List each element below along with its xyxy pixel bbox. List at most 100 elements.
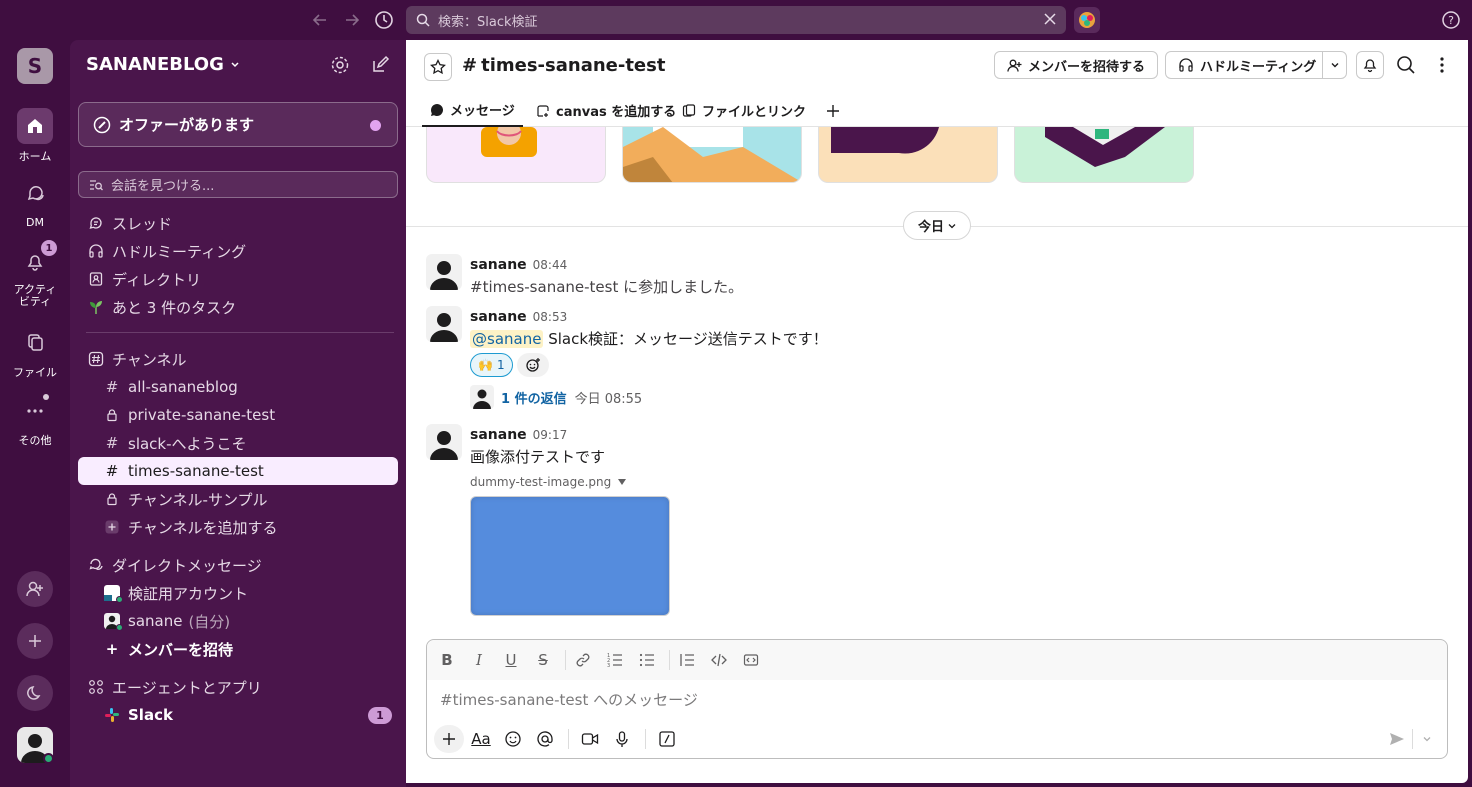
chevron-down-icon[interactable] (1417, 729, 1437, 749)
message-time[interactable]: 08:53 (533, 310, 568, 324)
rail-item-files[interactable]: ファイル (0, 324, 70, 380)
sidebar-item-dm[interactable]: sanane (自分) (78, 607, 398, 635)
channels-icon (88, 351, 104, 367)
sidebar-item-tasks[interactable]: あと 3 件のタスク (78, 293, 398, 321)
thread-summary[interactable]: 1 件の返信 今日 08:55 (470, 385, 1370, 409)
message-author[interactable]: sanane (470, 427, 527, 443)
apps-section-header[interactable]: エージェントとアプリ (78, 673, 398, 701)
channels-section-header[interactable]: チャンネル (78, 345, 398, 373)
settings-icon[interactable] (330, 55, 350, 75)
link-icon[interactable] (573, 650, 593, 670)
code-icon[interactable] (709, 650, 729, 670)
moon-icon (27, 686, 41, 700)
unread-dot (43, 394, 49, 400)
rail-item-home[interactable]: ホーム (0, 108, 70, 164)
find-conversation-input[interactable]: 会話を見つける... (78, 171, 398, 198)
sidebar-item-huddles[interactable]: ハドルミーティング (78, 237, 398, 265)
back-arrow-icon[interactable] (308, 8, 332, 32)
underline-icon[interactable]: U (501, 650, 521, 670)
avatar[interactable] (426, 254, 462, 290)
sidebar-item-directory[interactable]: ディレクトリ (78, 265, 398, 293)
search-bar[interactable]: 検索：Slack検証 (406, 6, 1066, 34)
tab-messages[interactable]: メッセージ (422, 94, 523, 127)
add-user-button[interactable] (17, 571, 53, 607)
image-card[interactable] (426, 127, 606, 183)
compose-icon[interactable] (370, 55, 390, 75)
attach-button[interactable] (434, 725, 464, 753)
message[interactable]: sanane 08:53 @sanane Slack検証：メッセージ送信テストです… (426, 306, 1446, 416)
invite-members-button[interactable]: + メンバーを招待 (78, 635, 398, 663)
sidebar-item-threads[interactable]: スレッド (78, 209, 398, 237)
workspace-switcher[interactable]: S (17, 48, 53, 84)
close-icon[interactable] (1042, 11, 1058, 27)
user-mention[interactable]: @sanane (470, 330, 544, 348)
attachment-header[interactable]: dummy-test-image.png (470, 475, 1370, 489)
strikethrough-icon[interactable]: S (533, 650, 553, 670)
invite-button[interactable]: メンバーを招待する (994, 51, 1159, 79)
message-author[interactable]: sanane (470, 309, 527, 325)
microphone-icon[interactable] (612, 729, 632, 749)
sidebar-item-app-slack[interactable]: Slack 1 (78, 701, 398, 729)
bullet-list-icon[interactable] (637, 650, 657, 670)
reaction-pill[interactable]: 🙌 1 (470, 353, 513, 377)
mention-icon[interactable] (535, 729, 555, 749)
chevron-down-icon[interactable] (1322, 52, 1346, 78)
theme-toggle-button[interactable] (17, 675, 53, 711)
text-format-icon[interactable]: Aa (471, 729, 491, 749)
video-icon[interactable] (580, 729, 600, 749)
workspace-menu[interactable]: SANANEBLOG (86, 54, 240, 75)
sidebar-item-channel[interactable]: チャンネル-サンプル (78, 485, 398, 513)
message-author[interactable]: sanane (470, 257, 527, 273)
date-divider[interactable]: 今日 (903, 211, 971, 240)
search-icon[interactable] (1396, 55, 1416, 75)
emoji-icon[interactable] (503, 729, 523, 749)
forward-arrow-icon[interactable] (340, 8, 364, 32)
message-time[interactable]: 08:44 (533, 258, 568, 272)
dm-section-header[interactable]: ダイレクトメッセージ (78, 551, 398, 579)
add-tab-button[interactable] (826, 94, 840, 127)
message-input[interactable]: #times-sanane-test へのメッセージ (440, 689, 698, 710)
image-card[interactable] (818, 127, 998, 183)
channel-title[interactable]: # times-sanane-test (462, 55, 665, 76)
offer-banner[interactable]: オファーがあります (78, 102, 398, 147)
shortcut-icon[interactable] (657, 729, 677, 749)
sidebar-item-channel[interactable]: # all-sananeblog (78, 373, 398, 401)
thread-reply-count[interactable]: 1 件の返信 (501, 388, 567, 407)
sidebar-item-channel[interactable]: private-sanane-test (78, 401, 398, 429)
rail-item-dm[interactable]: DM (0, 176, 70, 229)
add-channel-button[interactable]: チャンネルを追加する (78, 513, 398, 541)
dm-name: sanane (128, 612, 183, 630)
avatar[interactable] (426, 424, 462, 460)
send-icon[interactable] (1387, 729, 1407, 749)
huddle-button[interactable]: ハドルミーティング (1165, 51, 1347, 79)
blockquote-icon[interactable] (677, 650, 697, 670)
notification-button[interactable] (1356, 51, 1384, 79)
sidebar-item-channel-active[interactable]: # times-sanane-test (78, 457, 398, 485)
search-input[interactable]: 検索：Slack検証 (438, 11, 538, 30)
message[interactable]: sanane 08:44 #times-sanane-test に参加しました。 (426, 254, 1446, 298)
kebab-menu-icon[interactable] (1432, 55, 1452, 75)
image-card[interactable] (1014, 127, 1194, 183)
image-card[interactable] (622, 127, 802, 183)
history-icon[interactable] (372, 8, 396, 32)
avatar[interactable] (426, 306, 462, 342)
presence-dot (116, 624, 123, 631)
star-button[interactable] (424, 53, 452, 81)
help-icon[interactable]: ? (1439, 8, 1463, 32)
italic-icon[interactable]: I (469, 650, 489, 670)
rail-item-more[interactable]: その他 (0, 392, 70, 448)
sidebar-item-channel[interactable]: # slack-へようこそ (78, 429, 398, 457)
add-reaction-button[interactable] (516, 353, 549, 377)
message[interactable]: sanane 09:17 画像添付テストです dummy-test-image.p… (426, 424, 1446, 616)
app-icon[interactable] (1074, 7, 1100, 33)
tab-files[interactable]: ファイルとリンク (682, 94, 806, 127)
sidebar-item-dm[interactable]: 検証用アカウント (78, 579, 398, 607)
message-time[interactable]: 09:17 (533, 428, 568, 442)
ordered-list-icon[interactable]: 123 (605, 650, 625, 670)
bold-icon[interactable]: B (437, 650, 457, 670)
tab-canvas[interactable]: canvas を追加する (536, 94, 676, 127)
rail-item-activity[interactable]: 1 アクティ ビティ (0, 240, 70, 308)
image-attachment[interactable] (470, 496, 670, 616)
add-workspace-button[interactable] (17, 623, 53, 659)
code-block-icon[interactable] (741, 650, 761, 670)
